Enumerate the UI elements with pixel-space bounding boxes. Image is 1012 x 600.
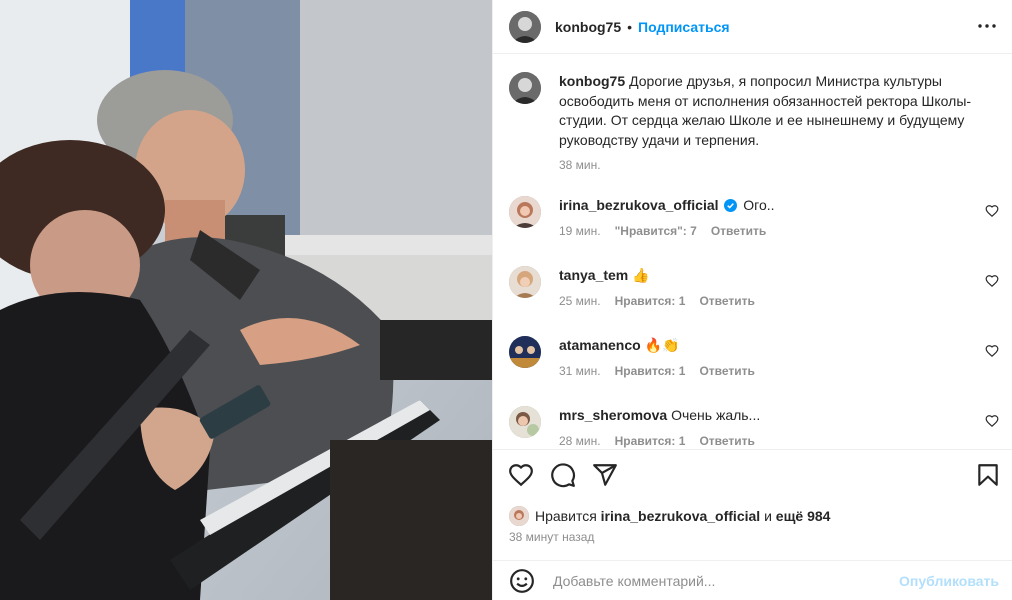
heart-icon[interactable]: [985, 344, 999, 358]
author-username[interactable]: konbog75: [555, 19, 621, 35]
liker-avatar-image: [509, 506, 529, 526]
header-separator: •: [627, 18, 633, 35]
comment-text: 🔥👏: [644, 337, 680, 353]
comment-line: tanya_tem 👍: [559, 266, 969, 284]
reply-button[interactable]: Ответить: [699, 434, 754, 448]
emoji-icon[interactable]: [509, 568, 535, 594]
likes-prefix: Нравится: [535, 508, 597, 524]
caption-time: 38 мин.: [559, 158, 601, 172]
author-avatar-image: [509, 10, 541, 43]
action-bar: [493, 449, 1012, 499]
heart-icon[interactable]: [508, 462, 534, 488]
reply-button[interactable]: Ответить: [699, 364, 754, 378]
comment-likes[interactable]: Нравится: 1: [615, 294, 686, 308]
comment-item: tanya_tem 👍 25 мин. Нравится: 1 Ответить: [509, 266, 999, 308]
comment-avatar[interactable]: [509, 266, 541, 298]
heart-icon[interactable]: [985, 414, 999, 428]
follow-button[interactable]: Подписаться: [638, 19, 730, 35]
posted-time: 38 минут назад: [509, 530, 595, 544]
comment-text: Очень жаль...: [671, 407, 761, 423]
liker-username[interactable]: irina_bezrukova_official: [601, 508, 761, 524]
comment-text: Ого..: [743, 197, 775, 213]
author-avatar[interactable]: [509, 10, 541, 43]
likes-more[interactable]: ещё 984: [776, 508, 831, 524]
liker-avatar[interactable]: [509, 506, 529, 526]
comment-username[interactable]: tanya_tem: [559, 267, 628, 283]
reply-button[interactable]: Ответить: [711, 224, 766, 238]
more-icon[interactable]: [975, 14, 999, 38]
comment-meta: 28 мин. Нравится: 1 Ответить: [559, 434, 969, 448]
caption-avatar-image: [509, 72, 541, 104]
comment-username[interactable]: atamanenco: [559, 337, 641, 353]
post-side-panel: konbog75 • Подписаться konbog75 Дорогие д…: [492, 0, 1012, 600]
comment-likes[interactable]: Нравится: 1: [615, 434, 686, 448]
comment-item: irina_bezrukova_official Ого.. 19 мин. "…: [509, 196, 999, 238]
comment-meta: 19 мин. "Нравится": 7 Ответить: [559, 224, 969, 238]
post-caption: konbog75 Дорогие друзья, я попросил Минис…: [509, 72, 999, 172]
comment-time: 28 мин.: [559, 434, 601, 448]
comment-avatar[interactable]: [509, 406, 541, 438]
caption-author-avatar[interactable]: [509, 72, 541, 104]
comment-avatar-image: [509, 336, 541, 368]
comment-avatar-image: [509, 406, 541, 438]
comment-line: mrs_sheromova Очень жаль...: [559, 406, 969, 424]
bookmark-icon[interactable]: [975, 462, 1001, 488]
post-photo: [0, 0, 492, 600]
caption-username[interactable]: konbog75: [559, 73, 625, 89]
add-comment-bar: Опубликовать: [493, 560, 1012, 600]
comment-avatar[interactable]: [509, 196, 541, 228]
comment-username[interactable]: irina_bezrukova_official: [559, 197, 719, 213]
likes-summary: Нравится irina_bezrukova_official и ещё …: [509, 506, 830, 526]
comment-icon[interactable]: [550, 462, 576, 488]
comment-item: mrs_sheromova Очень жаль... 28 мин. Нрав…: [509, 406, 999, 448]
heart-icon[interactable]: [985, 204, 999, 218]
share-icon[interactable]: [592, 462, 618, 488]
comment-meta: 25 мин. Нравится: 1 Ответить: [559, 294, 969, 308]
comment-time: 31 мин.: [559, 364, 601, 378]
caption-text-block: konbog75 Дорогие друзья, я попросил Минис…: [559, 72, 999, 150]
comment-time: 19 мин.: [559, 224, 601, 238]
comment-likes[interactable]: Нравится: 1: [615, 364, 686, 378]
comment-item: atamanenco 🔥👏 31 мин. Нравится: 1 Ответи…: [509, 336, 999, 378]
reply-button[interactable]: Ответить: [699, 294, 754, 308]
comment-username[interactable]: mrs_sheromova: [559, 407, 667, 423]
comments-scroll-area[interactable]: konbog75 Дорогие друзья, я попросил Минис…: [493, 54, 1012, 449]
comment-line: atamanenco 🔥👏: [559, 336, 969, 354]
heart-icon[interactable]: [985, 274, 999, 288]
comment-avatar-image: [509, 266, 541, 298]
comment-avatar[interactable]: [509, 336, 541, 368]
post-photo-image: [0, 0, 492, 600]
comment-meta: 31 мин. Нравится: 1 Ответить: [559, 364, 969, 378]
publish-button[interactable]: Опубликовать: [899, 573, 999, 589]
likes-and: и: [764, 508, 772, 524]
verified-icon: [724, 199, 738, 212]
comment-time: 25 мин.: [559, 294, 601, 308]
comment-input[interactable]: [551, 571, 885, 590]
comment-text: 👍: [632, 267, 650, 283]
comment-avatar-image: [509, 196, 541, 228]
comment-line: irina_bezrukova_official Ого..: [559, 196, 969, 214]
post-header: konbog75 • Подписаться: [493, 0, 1012, 54]
comment-likes[interactable]: "Нравится": 7: [615, 224, 697, 238]
